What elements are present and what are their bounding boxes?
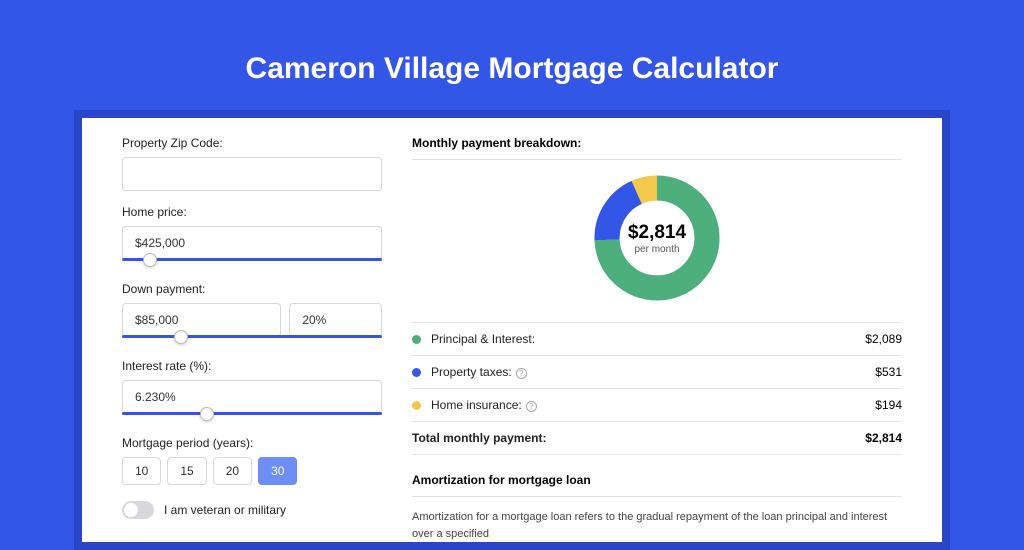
zip-label: Property Zip Code: [122, 136, 382, 150]
donut-sub-label: per month [634, 244, 679, 255]
breakdown-row-insurance: Home insurance:? $194 [412, 389, 902, 422]
breakdown-row-total: Total monthly payment: $2,814 [412, 422, 902, 455]
period-option-20[interactable]: 20 [213, 457, 252, 485]
form-panel: Property Zip Code: Home price: Down paym… [82, 136, 382, 542]
dot-icon [412, 368, 421, 377]
info-icon[interactable]: ? [516, 368, 527, 379]
info-icon[interactable]: ? [526, 401, 537, 412]
breakdown-panel: Monthly payment breakdown: $2,814 per mo… [412, 136, 942, 542]
amortization-header: Amortization for mortgage loan [412, 473, 902, 497]
breakdown-label: Property taxes:? [431, 365, 875, 379]
home-price-label: Home price: [122, 205, 382, 219]
dot-icon [412, 401, 421, 410]
down-payment-input[interactable] [122, 303, 281, 337]
down-payment-slider[interactable] [122, 335, 382, 345]
breakdown-label: Home insurance:? [431, 398, 875, 412]
mortgage-period-group: 10 15 20 30 [122, 457, 382, 485]
down-payment-pct-input[interactable] [289, 303, 382, 337]
breakdown-value: $2,089 [865, 332, 902, 346]
card-shadow: Property Zip Code: Home price: Down paym… [74, 110, 950, 550]
zip-input[interactable] [122, 157, 382, 191]
amortization-section: Amortization for mortgage loan Amortizat… [412, 473, 902, 542]
calculator-card: Property Zip Code: Home price: Down paym… [82, 118, 942, 542]
breakdown-label: Principal & Interest: [431, 332, 865, 346]
payment-donut-chart: $2,814 per month [591, 172, 723, 304]
dot-icon [412, 335, 421, 344]
veteran-label: I am veteran or military [164, 503, 286, 517]
home-price-input[interactable] [122, 226, 382, 260]
breakdown-header: Monthly payment breakdown: [412, 136, 902, 160]
page-title: Cameron Village Mortgage Calculator [0, 0, 1024, 110]
mortgage-period-label: Mortgage period (years): [122, 436, 382, 450]
down-payment-label: Down payment: [122, 282, 382, 296]
breakdown-value: $194 [875, 398, 902, 412]
interest-rate-input[interactable] [122, 380, 382, 414]
period-option-30[interactable]: 30 [258, 457, 297, 485]
interest-rate-label: Interest rate (%): [122, 359, 382, 373]
breakdown-row-taxes: Property taxes:? $531 [412, 356, 902, 389]
donut-total-value: $2,814 [628, 222, 686, 244]
breakdown-row-principal: Principal & Interest: $2,089 [412, 323, 902, 356]
amortization-text: Amortization for a mortgage loan refers … [412, 509, 902, 542]
period-option-15[interactable]: 15 [167, 457, 206, 485]
period-option-10[interactable]: 10 [122, 457, 161, 485]
total-label: Total monthly payment: [412, 431, 865, 445]
interest-rate-slider[interactable] [122, 412, 382, 422]
total-value: $2,814 [865, 431, 902, 445]
breakdown-value: $531 [875, 365, 902, 379]
home-price-slider[interactable] [122, 258, 382, 268]
veteran-toggle[interactable] [122, 501, 154, 519]
